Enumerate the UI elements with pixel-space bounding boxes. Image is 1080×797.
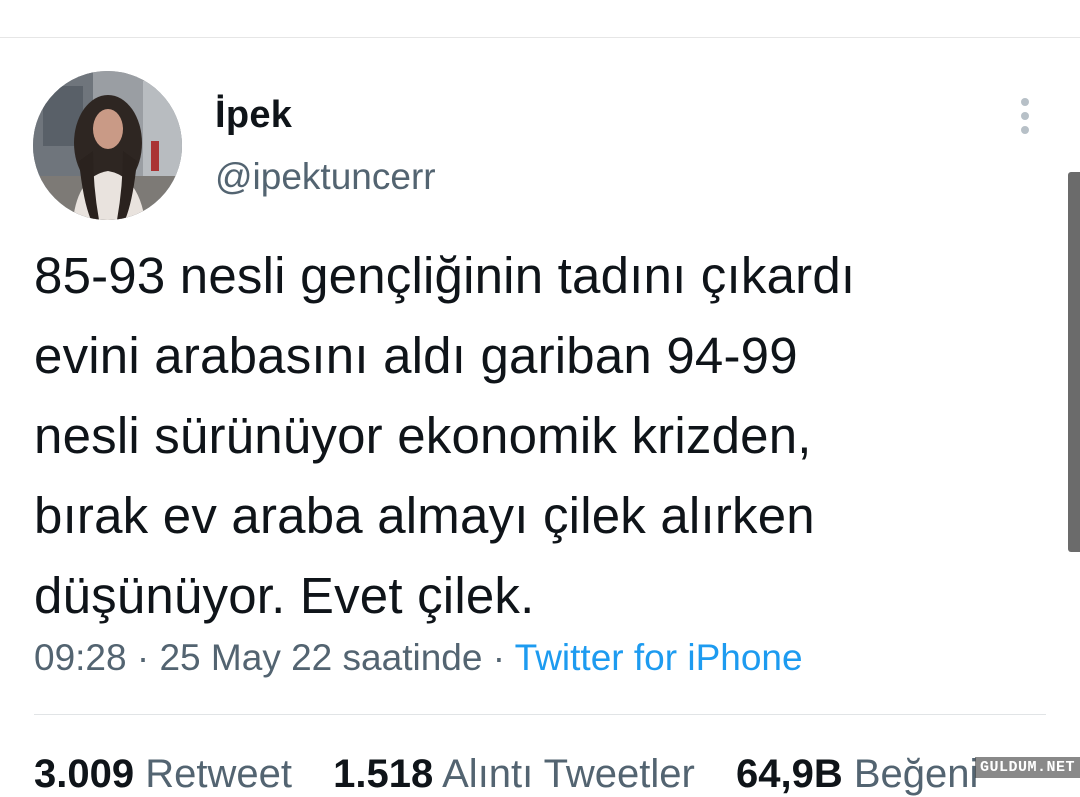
tweet-text-line: düşünüyor. Evet çilek. xyxy=(34,567,535,624)
avatar[interactable] xyxy=(33,71,182,220)
quotes-label: Alıntı Tweetler xyxy=(442,752,695,796)
likes-stat[interactable]: 64,9B Beğeni xyxy=(736,752,978,796)
tweet-meta: 09:28 · 25 May 22 saatinde · Twitter for… xyxy=(34,637,803,679)
likes-count: 64,9B xyxy=(735,752,843,796)
tweet-time[interactable]: 09:28 xyxy=(34,637,127,678)
retweets-label: Retweet xyxy=(145,752,292,796)
tweet-source-link[interactable]: Twitter for iPhone xyxy=(515,637,803,678)
author-name[interactable]: İpek xyxy=(215,94,292,137)
tweet-text-line: 85-93 nesli gençliğinin tadını çıkardı xyxy=(34,247,856,304)
scrollbar[interactable] xyxy=(1068,172,1080,552)
tweet-text-line: nesli sürünüyor ekonomik krizden, xyxy=(34,407,812,464)
retweets-stat[interactable]: 3.009 Retweet xyxy=(34,752,292,796)
stats-divider xyxy=(34,714,1046,715)
more-dot xyxy=(1021,126,1029,134)
tweet-date[interactable]: 25 May 22 saatinde xyxy=(159,637,482,678)
meta-separator: · xyxy=(136,637,150,678)
top-divider xyxy=(0,37,1080,38)
likes-label: Beğeni xyxy=(853,752,979,796)
more-dot xyxy=(1021,98,1029,106)
quotes-stat[interactable]: 1.518 Alıntı Tweetler xyxy=(333,752,695,796)
tweet-text-line: evini arabasını aldı gariban 94-99 xyxy=(34,327,798,384)
avatar-photo xyxy=(33,71,182,220)
tweet-text-line: bırak ev araba almayı çilek alırken xyxy=(34,487,815,544)
meta-separator: · xyxy=(492,637,506,678)
retweets-count: 3.009 xyxy=(34,752,135,796)
quotes-count: 1.518 xyxy=(333,752,434,796)
tweet-text: 85-93 nesli gençliğinin tadını çıkardı e… xyxy=(34,236,1034,636)
more-dot xyxy=(1021,112,1029,120)
author-handle[interactable]: @ipektuncerr xyxy=(215,156,436,198)
tweet-stats: 3.009 Retweet 1.518 Alıntı Tweetler 64,9… xyxy=(34,752,1008,797)
more-vertical-icon[interactable] xyxy=(1008,96,1042,136)
watermark: GULDUM.NET xyxy=(975,757,1080,778)
